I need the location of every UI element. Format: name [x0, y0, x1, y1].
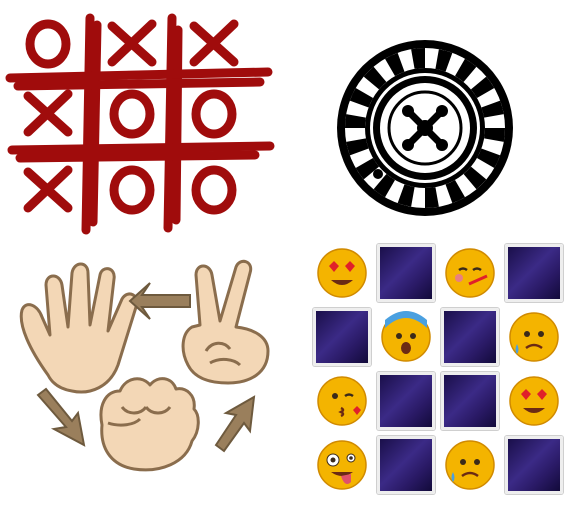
sad-sweat-emoji-icon [445, 440, 495, 490]
sad-sweat-emoji-icon [509, 312, 559, 362]
o-mark [191, 89, 237, 139]
arrow-rock [36, 387, 86, 447]
o-mark [191, 165, 237, 215]
memory-card-back[interactable] [377, 436, 435, 494]
memory-card-back[interactable] [377, 244, 435, 302]
memory-card-back[interactable] [505, 244, 563, 302]
roulette-game-icon[interactable] [330, 40, 520, 220]
tic-tac-toe-icon [5, 13, 275, 235]
scissors-hand [181, 259, 270, 385]
heart-eyes-emoji-icon [317, 248, 367, 298]
memory-card-sad-sweat[interactable] [505, 308, 563, 366]
x-mark [23, 165, 73, 213]
memory-card-heart-eyes[interactable] [505, 372, 563, 430]
roulette-wheel-icon [337, 40, 513, 216]
memory-card-sick-thermometer[interactable] [441, 244, 499, 302]
memory-card-zany[interactable] [313, 436, 371, 494]
arrow-scissors [214, 395, 256, 453]
o-mark [25, 19, 71, 69]
rock-paper-scissors-game-icon[interactable] [10, 255, 280, 490]
memory-card-back[interactable] [313, 308, 371, 366]
kiss-wink-emoji-icon [317, 376, 367, 426]
heart-eyes-emoji-icon [509, 376, 559, 426]
memory-card-kiss-wink[interactable] [313, 372, 371, 430]
fearful-emoji-icon [381, 311, 431, 362]
x-mark [189, 19, 239, 67]
sick-thermometer-emoji-icon [445, 248, 495, 298]
memory-card-back[interactable] [377, 372, 435, 430]
o-mark [109, 89, 155, 139]
arrow-paper [128, 282, 191, 320]
paper-hand [19, 262, 139, 394]
x-mark [23, 89, 73, 137]
tic-tac-toe-game-icon[interactable] [0, 0, 290, 240]
memory-card-back[interactable] [441, 372, 499, 430]
o-mark [109, 165, 155, 215]
memory-card-back[interactable] [441, 308, 499, 366]
zany-emoji-icon [317, 440, 367, 490]
rock-paper-scissors-icon [19, 259, 270, 472]
memory-match-game-icon[interactable] [305, 240, 580, 500]
memory-card-sad-sweat[interactable] [441, 436, 499, 494]
x-mark [107, 19, 157, 67]
memory-card-back[interactable] [505, 436, 563, 494]
memory-card-fearful[interactable] [377, 308, 435, 366]
memory-card-heart-eyes[interactable] [313, 244, 371, 302]
